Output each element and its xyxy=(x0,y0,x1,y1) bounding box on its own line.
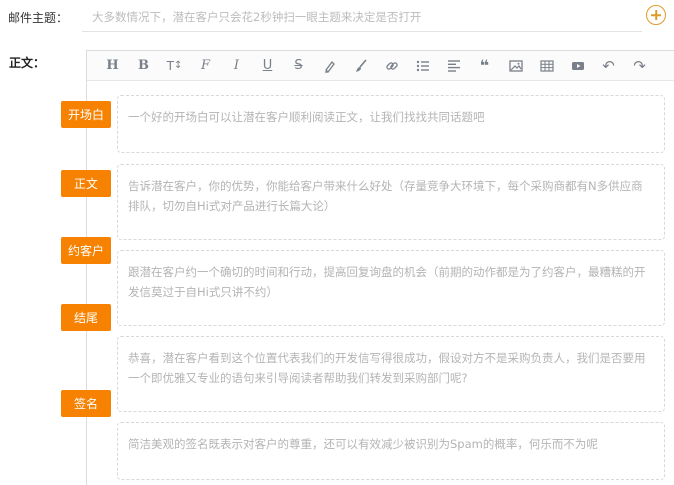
block-ending[interactable]: 恭喜，潜在客户看到这个位置代表我们的开发信写得很成功，假设对方不是采购负责人，我… xyxy=(117,336,665,412)
subject-input[interactable] xyxy=(82,2,642,32)
subject-label: 邮件主题： xyxy=(8,11,69,25)
undo-icon[interactable]: ↶ xyxy=(593,52,624,80)
underline-icon[interactable]: U xyxy=(252,52,283,80)
block-signature[interactable]: 简洁美观的签名既表示对客户的尊重，还可以有效减少被识别为Spam的概率，何乐而不… xyxy=(117,422,665,480)
editor-toolbar: H B T ↕ F I U S ❝ ↶ ↷ xyxy=(87,51,674,81)
block-appointment[interactable]: 跟潜在客户约一个确切的时间和行动，提高回复询盘的机会（前期的动作都是为了约客户，… xyxy=(117,250,665,326)
tag-main[interactable]: 正文 xyxy=(61,170,111,197)
image-icon[interactable] xyxy=(500,52,531,80)
bold-icon[interactable]: B xyxy=(128,52,159,80)
tag-opening[interactable]: 开场白 xyxy=(61,101,111,128)
quote-icon[interactable]: ❝ xyxy=(469,52,500,80)
font-size-icon[interactable]: T ↕ xyxy=(159,52,190,80)
body-label: 正文： xyxy=(9,56,46,70)
add-circle-icon[interactable] xyxy=(646,5,666,25)
tag-signature[interactable]: 签名 xyxy=(61,390,111,417)
italic-icon[interactable]: I xyxy=(221,52,252,80)
align-icon[interactable] xyxy=(438,52,469,80)
highlight-pen-icon[interactable] xyxy=(314,52,345,80)
video-icon[interactable] xyxy=(562,52,593,80)
tag-ending[interactable]: 结尾 xyxy=(61,304,111,331)
redo-icon[interactable]: ↷ xyxy=(624,52,655,80)
brush-icon[interactable] xyxy=(345,52,376,80)
bulleted-list-icon[interactable] xyxy=(407,52,438,80)
table-icon[interactable] xyxy=(531,52,562,80)
font-family-icon[interactable]: F xyxy=(190,52,221,80)
link-icon[interactable] xyxy=(376,52,407,80)
tag-appointment[interactable]: 约客户 xyxy=(61,237,111,264)
block-main[interactable]: 告诉潜在客户，你的优势，你能给客户带来什么好处（存量竞争大环境下，每个采购商都有… xyxy=(117,164,665,240)
block-opening[interactable]: 一个好的开场白可以让潜在客户顺利阅读正文，让我们找找共同话题吧 xyxy=(117,95,665,153)
strikethrough-icon[interactable]: S xyxy=(283,52,314,80)
heading-icon[interactable]: H xyxy=(97,52,128,80)
